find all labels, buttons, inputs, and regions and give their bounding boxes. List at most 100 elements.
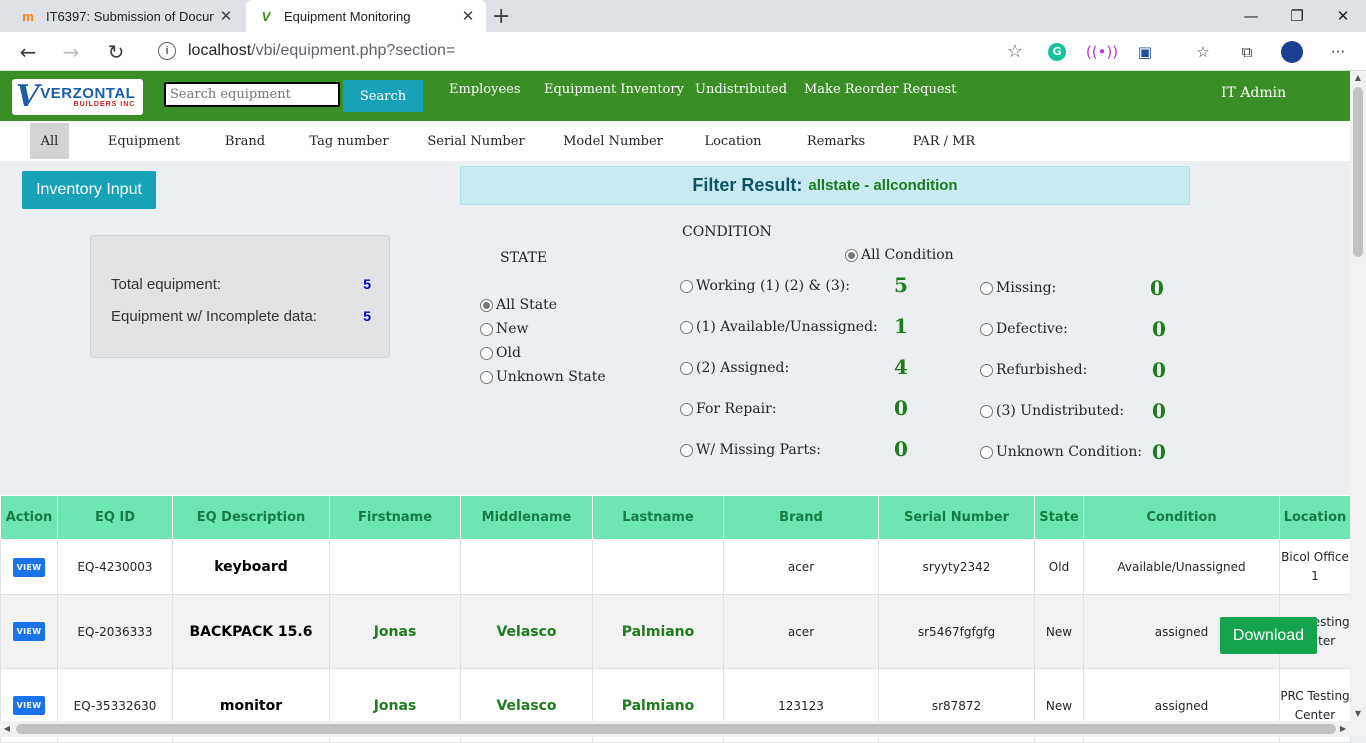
radio-icon[interactable] bbox=[680, 361, 693, 375]
section-serial-number[interactable]: Serial Number bbox=[427, 123, 524, 159]
col-serial-number[interactable]: Serial Number bbox=[878, 495, 1035, 540]
horizontal-scrollbar[interactable]: ◀ ▶ bbox=[0, 721, 1366, 737]
scroll-down-icon[interactable]: ▼ bbox=[1350, 707, 1366, 721]
radio-icon[interactable] bbox=[980, 281, 993, 295]
company-logo[interactable]: V VERZONTAL BUILDERS INC bbox=[12, 79, 143, 115]
close-icon[interactable]: ✕ bbox=[214, 7, 238, 25]
col-lastname[interactable]: Lastname bbox=[592, 495, 724, 540]
state-radio-unknown[interactable]: Unknown State bbox=[480, 369, 606, 385]
section-par-mr[interactable]: PAR / MR bbox=[908, 123, 980, 159]
radio-icon[interactable] bbox=[980, 404, 993, 418]
scroll-right-icon[interactable]: ▶ bbox=[1336, 721, 1350, 737]
search-input[interactable] bbox=[164, 82, 340, 107]
nav-employees[interactable]: Employees bbox=[449, 82, 521, 97]
section-tag-number[interactable]: Tag number bbox=[308, 123, 390, 159]
condition-radio-working[interactable]: Working (1) (2) & (3): bbox=[680, 278, 850, 294]
radio-icon[interactable] bbox=[980, 445, 993, 459]
condition-radio-missing-parts[interactable]: W/ Missing Parts: bbox=[680, 442, 821, 458]
radio-icon[interactable] bbox=[680, 320, 693, 334]
radio-icon[interactable] bbox=[680, 402, 693, 416]
new-tab-icon[interactable]: + bbox=[492, 4, 510, 29]
address-bar: ← → ↻ i localhost/vbi/equipment.php?sect… bbox=[0, 32, 1366, 71]
radio-icon[interactable] bbox=[680, 443, 693, 457]
restore-icon[interactable]: ❐ bbox=[1274, 0, 1320, 32]
user-menu[interactable]: IT Admin bbox=[1221, 85, 1286, 101]
condition-radio-all[interactable]: All Condition bbox=[845, 247, 954, 263]
scroll-thumb[interactable] bbox=[16, 724, 1336, 734]
col-condition[interactable]: Condition bbox=[1083, 495, 1280, 540]
col-location[interactable]: Location bbox=[1279, 495, 1351, 540]
section-location[interactable]: Location bbox=[700, 123, 766, 159]
grammarly-icon[interactable]: G bbox=[1045, 40, 1069, 64]
radio-icon[interactable] bbox=[480, 322, 493, 336]
inventory-input-button[interactable]: Inventory Input bbox=[22, 171, 156, 209]
nav-equipment-inventory[interactable]: Equipment Inventory bbox=[544, 82, 684, 97]
nav-reorder-request[interactable]: Make Reorder Request bbox=[804, 82, 956, 97]
avatar[interactable] bbox=[1280, 40, 1304, 64]
total-equipment-label: Total equipment: bbox=[111, 276, 222, 293]
browser-tab-equipment[interactable]: V Equipment Monitoring ✕ bbox=[246, 0, 486, 32]
radio-icon[interactable] bbox=[980, 363, 993, 377]
condition-radio-for-repair[interactable]: For Repair: bbox=[680, 401, 777, 417]
condition-radio-undistributed[interactable]: (3) Undistributed: bbox=[980, 403, 1124, 419]
radio-icon[interactable] bbox=[680, 279, 693, 293]
section-all[interactable]: All bbox=[30, 123, 69, 159]
col-state[interactable]: State bbox=[1034, 495, 1084, 540]
back-icon[interactable]: ← bbox=[12, 36, 44, 68]
incomplete-data-label: Equipment w/ Incomplete data: bbox=[111, 308, 317, 325]
scroll-up-icon[interactable]: ▲ bbox=[1350, 71, 1366, 85]
view-button[interactable]: VIEW bbox=[12, 622, 46, 641]
favorites-icon[interactable]: ☆ bbox=[1191, 40, 1215, 64]
count-undistributed: 0 bbox=[1152, 399, 1166, 423]
scroll-thumb[interactable] bbox=[1353, 87, 1363, 257]
broadcast-icon[interactable]: ((•)) bbox=[1086, 40, 1118, 64]
col-eq-id[interactable]: EQ ID bbox=[57, 495, 173, 540]
radio-icon[interactable] bbox=[845, 248, 858, 262]
radio-icon[interactable] bbox=[980, 322, 993, 336]
condition-radio-refurbished[interactable]: Refurbished: bbox=[980, 362, 1087, 378]
col-action[interactable]: Action bbox=[0, 495, 58, 540]
view-button[interactable]: VIEW bbox=[12, 696, 46, 715]
nav-undistributed[interactable]: Undistributed bbox=[695, 82, 787, 97]
close-icon[interactable]: ✕ bbox=[456, 7, 480, 25]
condition-radio-defective[interactable]: Defective: bbox=[980, 321, 1068, 337]
col-eq-description[interactable]: EQ Description bbox=[172, 495, 330, 540]
view-button[interactable]: VIEW bbox=[12, 557, 46, 577]
download-button[interactable]: Download bbox=[1220, 617, 1317, 654]
more-icon[interactable]: ··· bbox=[1326, 40, 1350, 64]
state-radio-old[interactable]: Old bbox=[480, 345, 521, 361]
state-radio-new[interactable]: New bbox=[480, 321, 529, 337]
condition-radio-unknown[interactable]: Unknown Condition: bbox=[980, 444, 1142, 460]
col-middlename[interactable]: Middlename bbox=[460, 495, 593, 540]
condition-radio-assigned[interactable]: (2) Assigned: bbox=[680, 360, 789, 376]
collections-icon[interactable]: ⧉ bbox=[1235, 40, 1259, 64]
state-radio-all[interactable]: All State bbox=[480, 297, 557, 313]
section-brand[interactable]: Brand bbox=[220, 123, 270, 159]
radio-icon[interactable] bbox=[480, 298, 493, 312]
radio-icon[interactable] bbox=[480, 346, 493, 360]
eq-id-cell: EQ-2036333 bbox=[57, 594, 173, 669]
col-brand[interactable]: Brand bbox=[723, 495, 879, 540]
section-remarks[interactable]: Remarks bbox=[804, 123, 868, 159]
section-model-number[interactable]: Model Number bbox=[563, 123, 663, 159]
window-close-icon[interactable]: ✕ bbox=[1320, 0, 1366, 32]
section-equipment[interactable]: Equipment bbox=[104, 123, 184, 159]
info-icon[interactable]: i bbox=[158, 42, 176, 60]
reload-icon[interactable]: ↻ bbox=[100, 36, 132, 68]
star-icon[interactable]: ☆ bbox=[1000, 41, 1030, 62]
url-field[interactable]: i localhost/vbi/equipment.php?section= ☆ bbox=[144, 36, 1030, 66]
url-text: localhost/vbi/equipment.php?section= bbox=[188, 42, 456, 59]
scroll-left-icon[interactable]: ◀ bbox=[0, 721, 14, 737]
logo-v-icon: V bbox=[16, 79, 40, 114]
minimize-icon[interactable]: — bbox=[1228, 0, 1274, 32]
browser-tab-moodle[interactable]: m IT6397: Submission of Document ✕ bbox=[8, 0, 244, 32]
vertical-scrollbar[interactable]: ▲ ▼ bbox=[1350, 71, 1366, 721]
condition-radio-available[interactable]: (1) Available/Unassigned: bbox=[680, 319, 878, 335]
screen-icon[interactable]: ▣ bbox=[1133, 40, 1157, 64]
radio-icon[interactable] bbox=[480, 370, 493, 384]
search-button[interactable]: Search bbox=[343, 80, 423, 112]
forward-icon[interactable]: → bbox=[55, 36, 87, 68]
state-heading: STATE bbox=[500, 250, 548, 266]
col-firstname[interactable]: Firstname bbox=[329, 495, 461, 540]
condition-radio-missing[interactable]: Missing: bbox=[980, 280, 1056, 296]
